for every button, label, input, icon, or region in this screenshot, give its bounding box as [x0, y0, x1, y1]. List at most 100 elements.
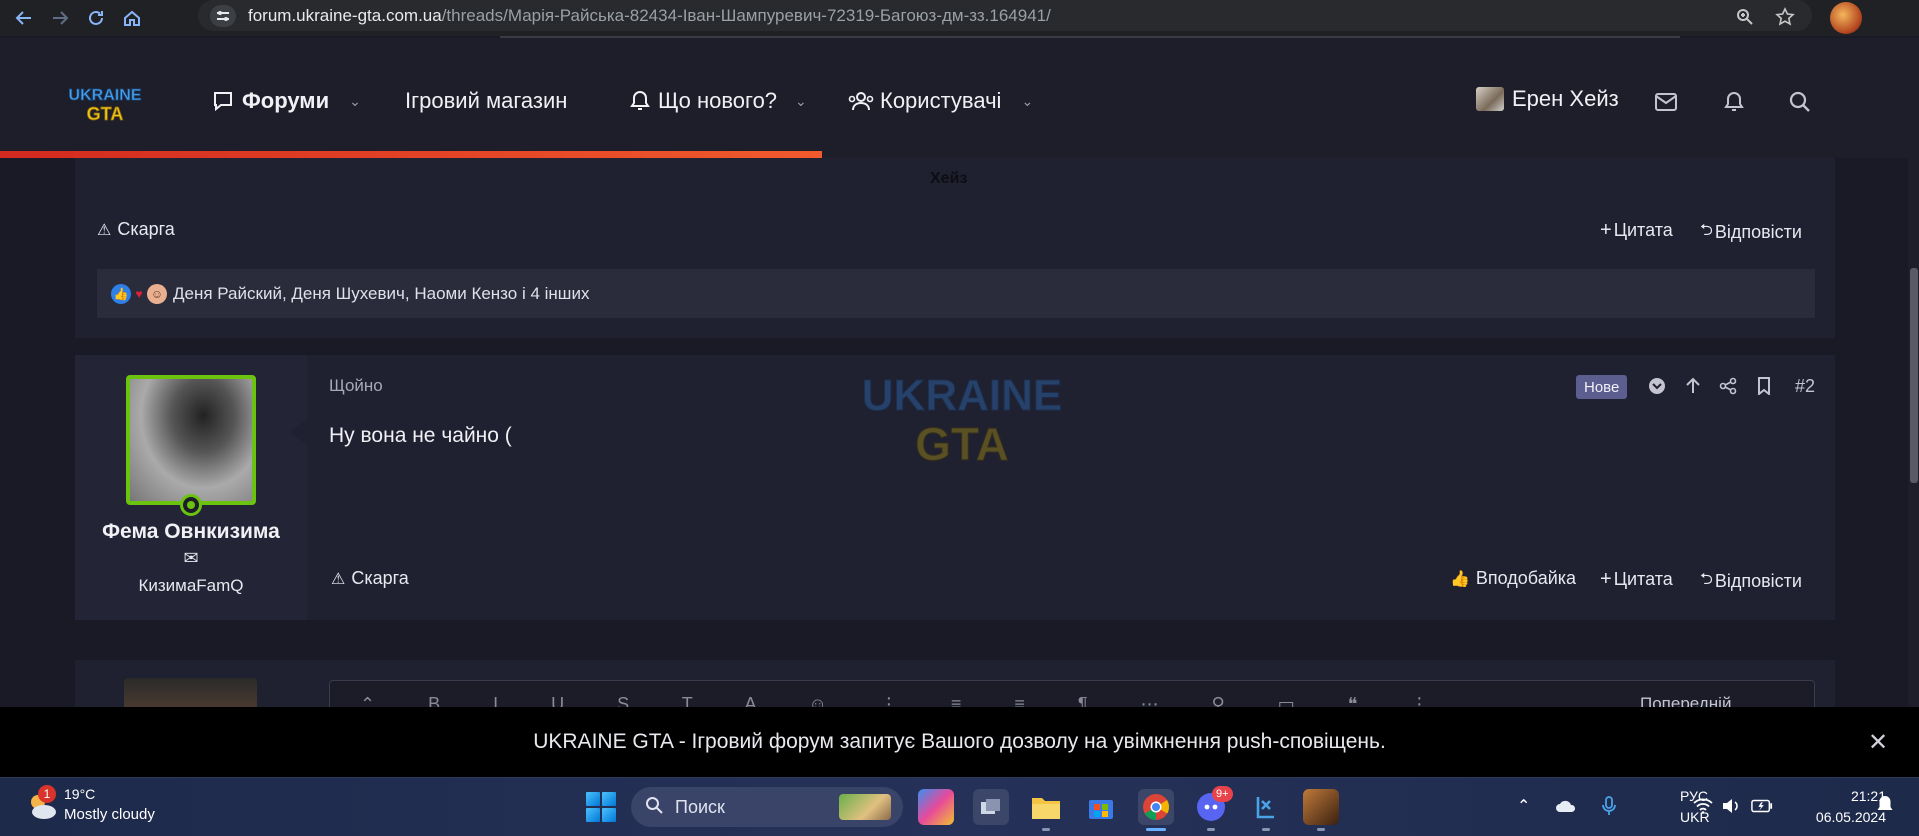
forward-icon[interactable]: [46, 4, 74, 32]
windows-start-icon[interactable]: [586, 792, 616, 822]
logo-top-text: UKRAINE: [69, 87, 142, 104]
user-avatar: [1476, 87, 1504, 111]
microphone-icon[interactable]: [1598, 795, 1620, 817]
plus-icon: +: [1600, 219, 1612, 241]
watermark-bottom-text: GTA: [915, 418, 1009, 468]
quote-label: Цитата: [1613, 569, 1673, 589]
taskbar-search[interactable]: Поиск: [631, 787, 903, 827]
app-running-indicator: [1042, 828, 1050, 831]
microsoft-store-icon[interactable]: [1083, 789, 1119, 825]
post-2-user-title: КизимаFamQ: [138, 576, 244, 595]
copilot-app-icon[interactable]: [918, 789, 954, 825]
watermark-logo: UKRAINE GTA: [861, 371, 1062, 469]
wifi-icon[interactable]: [1692, 795, 1714, 817]
site-logo[interactable]: UKRAINE GTA: [64, 82, 146, 124]
post-1-signature-fragment: Хейз: [930, 170, 968, 187]
face-reaction-icon: ☺: [147, 283, 167, 304]
search-highlight-image: [839, 794, 891, 820]
chevron-circle-down-icon[interactable]: [1645, 374, 1669, 398]
browser-profile-avatar[interactable]: [1830, 2, 1862, 34]
close-icon[interactable]: ✕: [1868, 728, 1888, 757]
weather-temperature[interactable]: 19°C: [64, 786, 95, 802]
report-button[interactable]: ⚠ Скарга: [331, 568, 409, 589]
clock-date[interactable]: 06.05.2024: [1796, 809, 1886, 825]
chevron-down-icon[interactable]: ⌄: [349, 93, 361, 110]
envelope-icon[interactable]: ✉: [180, 548, 202, 568]
nav-forums[interactable]: Форуми ⌄: [212, 84, 361, 118]
reactions-text[interactable]: Деня Райский, Деня Шухевич, Наоми Кензо …: [173, 284, 589, 304]
plus-icon: +: [1600, 568, 1612, 590]
address-bar[interactable]: forum.ukraine-gta.com.ua/threads/Марія-Р…: [198, 0, 1812, 31]
alerts-bell-icon[interactable]: [1720, 88, 1748, 116]
volume-icon[interactable]: [1720, 795, 1742, 817]
like-reaction-icon: 👍: [111, 283, 131, 304]
reply-arrow-icon: ⮌: [1700, 571, 1713, 588]
reply-button[interactable]: ⮌ Відповісти: [1700, 568, 1802, 595]
task-view-icon[interactable]: [973, 789, 1009, 825]
share-icon[interactable]: [1716, 374, 1740, 398]
warning-icon: ⚠: [97, 221, 112, 239]
nav-forums-label: Форуми: [242, 88, 330, 113]
chat-bubble-icon: [214, 92, 232, 112]
bell-icon: [630, 90, 650, 110]
app-running-indicator: [1207, 828, 1215, 831]
back-icon[interactable]: [10, 4, 38, 32]
nav-users-label: Користувачі: [880, 88, 1002, 113]
post-2-author-avatar[interactable]: [126, 375, 256, 505]
reply-label: Відповісти: [1714, 571, 1802, 591]
like-button[interactable]: 👍 Вподобайка: [1450, 568, 1576, 589]
reply-label: Відповісти: [1714, 222, 1802, 242]
nav-store[interactable]: Ігровий магазин: [405, 84, 567, 118]
arrow-up-icon[interactable]: [1681, 374, 1705, 398]
report-label: Скарга: [351, 568, 409, 588]
thumbs-up-icon: 👍: [1450, 570, 1470, 588]
reply-author-avatar: [124, 678, 257, 708]
onedrive-icon[interactable]: [1555, 795, 1577, 817]
game-launcher-icon[interactable]: [1248, 789, 1284, 825]
game-app-icon[interactable]: [1303, 789, 1339, 825]
nav-users[interactable]: Користувачі ⌄: [848, 84, 1033, 118]
post-number[interactable]: #2: [1795, 376, 1815, 397]
quote-label: Цитата: [1613, 220, 1673, 240]
weather-description[interactable]: Mostly cloudy: [64, 806, 155, 823]
search-icon[interactable]: [1786, 88, 1814, 116]
taskbar-search-placeholder: Поиск: [675, 796, 725, 817]
bookmark-star-icon[interactable]: [1772, 4, 1798, 30]
post-2-timestamp[interactable]: Щойно: [329, 376, 383, 396]
chrome-icon[interactable]: [1138, 789, 1174, 825]
envelope-icon[interactable]: [1652, 88, 1680, 116]
reply-arrow-icon: ⮌: [1700, 222, 1713, 239]
warning-icon: ⚠: [331, 570, 346, 588]
scrollbar-thumb[interactable]: [1910, 268, 1918, 483]
nav-whats-new[interactable]: Що нового? ⌄: [630, 84, 807, 118]
app-running-indicator: [1317, 828, 1325, 831]
heart-reaction-icon: ♥: [135, 286, 143, 301]
home-icon[interactable]: [118, 4, 146, 32]
search-icon: [645, 796, 663, 819]
site-info-icon[interactable]: [210, 4, 236, 27]
report-label: Скарга: [117, 219, 175, 239]
reactions-bar[interactable]: 👍 ♥ ☺ Деня Райский, Деня Шухевич, Наоми …: [97, 269, 1815, 318]
reload-icon[interactable]: [82, 4, 110, 32]
bookmark-icon[interactable]: [1752, 374, 1776, 398]
zoom-icon[interactable]: [1732, 4, 1758, 30]
chevron-down-icon[interactable]: ⌄: [1021, 93, 1033, 110]
reply-button[interactable]: ⮌ Відповісти: [1700, 219, 1802, 246]
notification-bell-icon[interactable]: [1876, 795, 1894, 820]
battery-icon[interactable]: [1751, 795, 1773, 817]
url-path: /threads/Марія-Райська-82434-Іван-Шампур…: [441, 5, 1051, 25]
users-icon: [848, 92, 874, 111]
quote-button[interactable]: + Цитата: [1600, 568, 1673, 591]
report-button[interactable]: ⚠ Скарга: [97, 219, 175, 240]
push-banner-text[interactable]: UKRAINE GTA - Ігровий форум запитує Вашо…: [0, 730, 1919, 754]
current-username: Ерен Хейз: [1512, 86, 1619, 111]
quote-button[interactable]: + Цитата: [1600, 219, 1673, 242]
reading-progress-bar: [0, 151, 822, 158]
chevron-down-icon[interactable]: ⌄: [795, 93, 807, 110]
post-2-username[interactable]: Фема Овнкизима: [75, 520, 307, 544]
chevron-up-icon[interactable]: ⌃: [1517, 796, 1530, 816]
file-explorer-icon[interactable]: [1028, 789, 1064, 825]
post-2-body: Ну вона не чайно (: [329, 424, 512, 447]
user-menu[interactable]: Ерен Хейз: [1476, 86, 1619, 112]
watermark-top-text: UKRAINE: [862, 371, 1062, 420]
